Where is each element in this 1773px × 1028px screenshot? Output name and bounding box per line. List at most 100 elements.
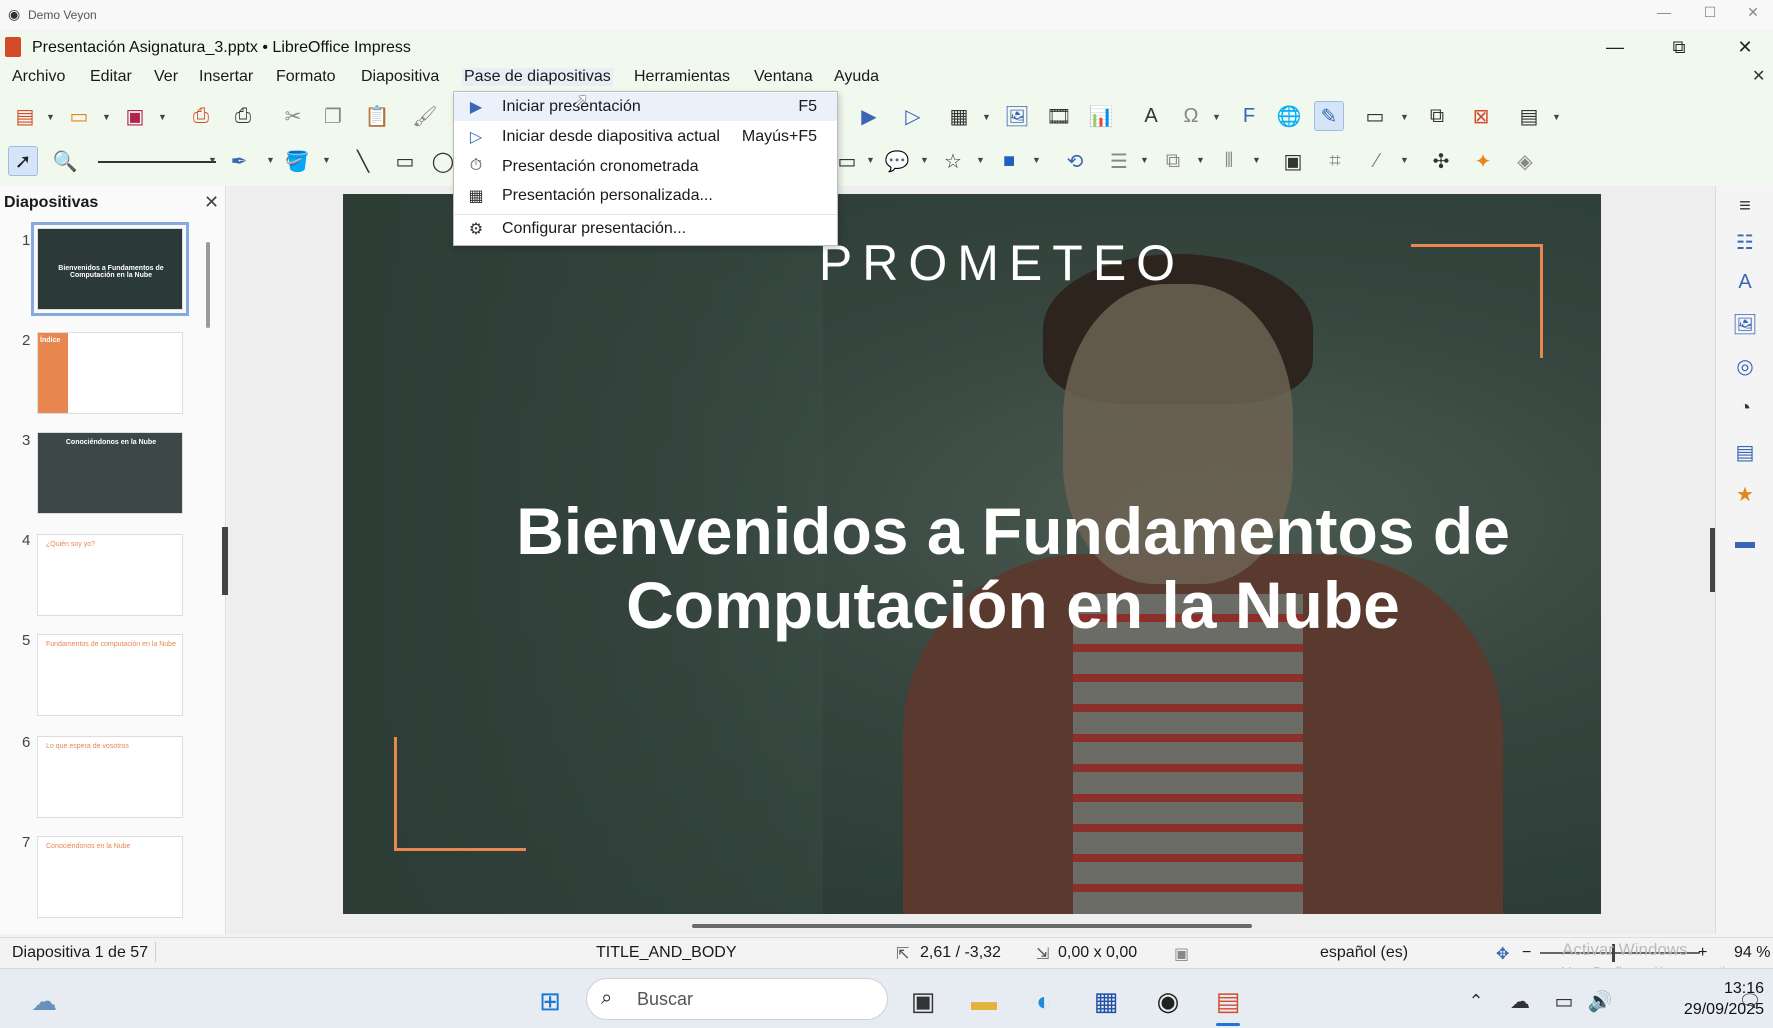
new-document-icon[interactable]: ▤ bbox=[10, 101, 40, 131]
line-color-icon[interactable]: ✒ bbox=[224, 146, 254, 176]
new-slide-caret-icon[interactable]: ▼ bbox=[1400, 112, 1409, 122]
task-view-icon[interactable]: ▣ bbox=[903, 981, 943, 1021]
menu-item-presentacion-personalizada[interactable]: ▦ Presentación personalizada... bbox=[454, 182, 837, 210]
navigator-icon[interactable]: ◎ bbox=[1729, 350, 1761, 382]
align-caret-icon[interactable]: ▼ bbox=[1140, 155, 1149, 165]
weather-widget-icon[interactable]: ☁ bbox=[24, 981, 64, 1021]
chart-icon[interactable]: 📊 bbox=[1086, 101, 1116, 131]
menu-ventana[interactable]: Ventana bbox=[752, 68, 815, 86]
menu-diapositiva[interactable]: Diapositiva bbox=[359, 68, 441, 86]
export-pdf-icon[interactable]: ⎙ bbox=[186, 101, 216, 131]
start-first-slide-icon[interactable]: ▶ bbox=[854, 101, 884, 131]
slide-layout-caret-icon[interactable]: ▼ bbox=[1552, 112, 1561, 122]
gallery-icon[interactable]: 🖼 bbox=[1729, 308, 1761, 340]
save-icon[interactable]: ▣ bbox=[120, 101, 150, 131]
close-button[interactable]: ✕ bbox=[1722, 34, 1768, 60]
document-modified-icon[interactable]: ▣ bbox=[1174, 944, 1189, 964]
stars-caret-icon[interactable]: ▼ bbox=[976, 155, 985, 165]
onedrive-icon[interactable]: ☁ bbox=[1500, 981, 1540, 1021]
sidebar-menu-icon[interactable]: ≡ bbox=[1729, 190, 1761, 222]
slide-thumbnail-6[interactable]: Lo que espera de vosotros bbox=[37, 736, 183, 818]
new-dropdown-caret-icon[interactable]: ▼ bbox=[46, 112, 55, 122]
rectangle-tool-icon[interactable]: ▭ bbox=[390, 146, 420, 176]
slide-canvas[interactable]: PROMETEO Bienvenidos a Fundamentos de Co… bbox=[343, 194, 1601, 914]
table-icon[interactable]: ▦ bbox=[944, 101, 974, 131]
delete-slide-icon[interactable]: ⊠ bbox=[1466, 101, 1496, 131]
veyon-taskbar-icon[interactable]: ◉ bbox=[1148, 981, 1188, 1021]
shadow-icon[interactable]: ▣ bbox=[1278, 146, 1308, 176]
slides-pane-collapse-handle[interactable] bbox=[222, 527, 228, 595]
media-icon[interactable]: 🎞 bbox=[1044, 101, 1074, 131]
select-arrow-icon[interactable]: ➚ bbox=[8, 146, 38, 176]
volume-icon[interactable]: 🔊 bbox=[1580, 981, 1620, 1021]
copy-icon[interactable]: ❐ bbox=[318, 101, 348, 131]
file-explorer-icon[interactable]: ▬ bbox=[964, 981, 1004, 1021]
points-icon[interactable]: ✣ bbox=[1426, 146, 1456, 176]
start-menu-icon[interactable]: ⊞ bbox=[530, 981, 570, 1021]
slide-transition-icon[interactable]: ▤ bbox=[1729, 436, 1761, 468]
language-indicator[interactable]: español (es) bbox=[1320, 944, 1408, 962]
align-icon[interactable]: ☰ bbox=[1104, 146, 1134, 176]
veyon-maximize-button[interactable]: ☐ bbox=[1690, 4, 1730, 21]
veyon-close-button[interactable]: ✕ bbox=[1733, 4, 1773, 21]
line-tool-icon[interactable]: ╲ bbox=[348, 146, 378, 176]
filter-caret-icon[interactable]: ▼ bbox=[1400, 155, 1409, 165]
menu-item-configurar-presentacion[interactable]: ⚙ Configurar presentación... bbox=[454, 215, 837, 243]
menu-archivo[interactable]: Archivo bbox=[10, 68, 67, 86]
menu-editar[interactable]: Editar bbox=[88, 68, 134, 86]
stars-icon[interactable]: ☆ bbox=[938, 146, 968, 176]
3d-objects-icon[interactable]: ■ bbox=[994, 146, 1024, 176]
crop-icon[interactable]: ⌗ bbox=[1320, 146, 1350, 176]
distribute-icon[interactable]: ⫴ bbox=[1214, 146, 1244, 176]
menu-formato[interactable]: Formato bbox=[274, 68, 338, 86]
slide-thumbnail-7[interactable]: Conociéndonos en la Nube bbox=[37, 836, 183, 918]
properties-icon[interactable]: ☷ bbox=[1729, 226, 1761, 258]
print-icon[interactable]: ⎙ bbox=[228, 101, 258, 131]
zoom-pan-icon[interactable]: 🔍 bbox=[50, 146, 80, 176]
master-slides-icon[interactable]: ▬ bbox=[1729, 526, 1761, 558]
paste-icon[interactable]: 📋 bbox=[362, 101, 392, 131]
text-box-icon[interactable]: A bbox=[1136, 101, 1166, 131]
zoom-level[interactable]: 94 % bbox=[1734, 944, 1770, 962]
save-dropdown-caret-icon[interactable]: ▼ bbox=[158, 112, 167, 122]
open-folder-icon[interactable]: ▭ bbox=[64, 101, 94, 131]
taskbar-search[interactable]: ⌕ Buscar bbox=[586, 978, 888, 1020]
new-slide-icon[interactable]: ▭ bbox=[1360, 101, 1390, 131]
duplicate-slide-icon[interactable]: ⧉ bbox=[1422, 101, 1452, 131]
hyperlink-icon[interactable]: 🌐 bbox=[1274, 101, 1304, 131]
sidebar-collapse-handle[interactable] bbox=[1710, 528, 1715, 592]
menu-pase-de-diapositivas[interactable]: Pase de diapositivas bbox=[462, 68, 613, 86]
filter-icon[interactable]: ⁄ bbox=[1362, 146, 1392, 176]
3d-objects-caret-icon[interactable]: ▼ bbox=[1032, 155, 1041, 165]
show-hidden-icons-chevron-icon[interactable]: ⌃ bbox=[1456, 981, 1496, 1021]
menu-item-presentacion-cronometrada[interactable]: ⏱ Presentación cronometrada bbox=[454, 153, 837, 181]
menu-insertar[interactable]: Insertar bbox=[197, 68, 255, 86]
slide-thumbnail-3[interactable]: Conociéndonos en la Nube bbox=[37, 432, 183, 514]
line-color-caret-icon[interactable]: ▼ bbox=[266, 155, 275, 165]
minimize-button[interactable]: — bbox=[1592, 34, 1638, 60]
close-document-icon[interactable]: ✕ bbox=[1752, 66, 1765, 86]
flowchart-caret-icon[interactable]: ▼ bbox=[866, 155, 875, 165]
start-current-slide-icon[interactable]: ▷ bbox=[898, 101, 928, 131]
shapes-icon[interactable]: ◔ bbox=[1729, 392, 1761, 424]
menu-ver[interactable]: Ver bbox=[152, 68, 180, 86]
slide-thumbnail-1[interactable]: Bienvenidos a Fundamentos de Computación… bbox=[31, 222, 189, 316]
menu-herramientas[interactable]: Herramientas bbox=[632, 68, 732, 86]
clone-formatting-icon[interactable]: 🖌 bbox=[410, 101, 440, 131]
menu-ayuda[interactable]: Ayuda bbox=[832, 68, 881, 86]
callout-caret-icon[interactable]: ▼ bbox=[920, 155, 929, 165]
rotate-icon[interactable]: ⟲ bbox=[1060, 146, 1090, 176]
slide-thumbnail-2[interactable]: Índice bbox=[37, 332, 183, 414]
slide-thumbnail-4[interactable]: ¿Quién soy yo? bbox=[37, 534, 183, 616]
fill-color-icon[interactable]: 🪣 bbox=[282, 146, 312, 176]
table-dropdown-caret-icon[interactable]: ▼ bbox=[982, 112, 991, 122]
open-dropdown-caret-icon[interactable]: ▼ bbox=[102, 112, 111, 122]
edge-browser-icon[interactable]: ◐ bbox=[1024, 981, 1064, 1021]
distribute-caret-icon[interactable]: ▼ bbox=[1252, 155, 1261, 165]
impress-taskbar-icon[interactable]: ▤ bbox=[1208, 981, 1248, 1021]
show-draw-functions-icon[interactable]: ✎ bbox=[1314, 101, 1344, 131]
restore-button[interactable]: ⧉ bbox=[1656, 34, 1702, 60]
network-icon[interactable]: ▭ bbox=[1544, 981, 1584, 1021]
veyon-minimize-button[interactable]: — bbox=[1644, 4, 1684, 20]
menu-item-iniciar-presentacion[interactable]: ▶ Iniciar presentación F5 bbox=[454, 93, 837, 121]
